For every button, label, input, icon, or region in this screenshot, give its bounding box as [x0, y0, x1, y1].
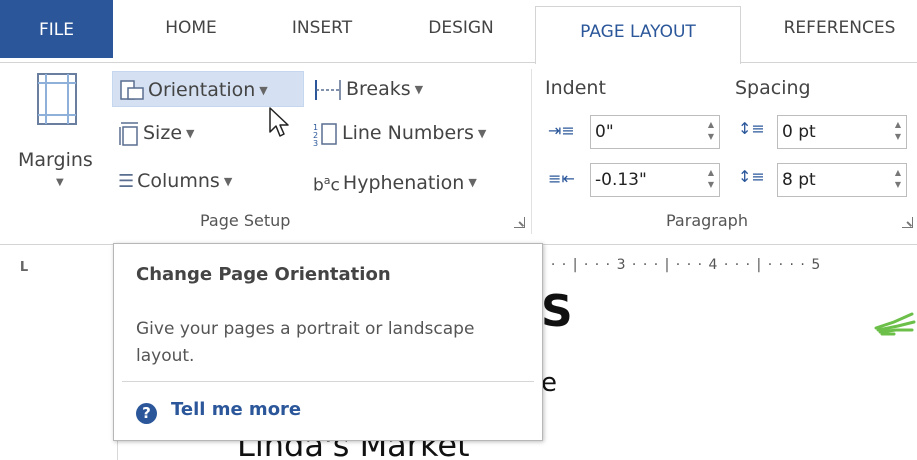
- spacing-label: Spacing: [735, 77, 811, 99]
- chevron-down-icon: ▼: [468, 176, 477, 190]
- tell-me-more-link[interactable]: ? Tell me more: [136, 399, 301, 424]
- tooltip-divider: [122, 381, 534, 382]
- tab-selector[interactable]: L: [14, 258, 34, 278]
- size-button[interactable]: Size ▼: [118, 115, 228, 151]
- document-heading-fragment: S: [541, 286, 573, 337]
- line-numbers-label: Line Numbers: [342, 122, 474, 144]
- orientation-tooltip: Change Page Orientation Give your pages …: [113, 243, 543, 441]
- tab-references[interactable]: REFERENCES: [762, 0, 917, 57]
- chevron-down-icon: ▼: [186, 126, 195, 140]
- size-label: Size: [143, 122, 183, 144]
- spacing-after-value: 8 pt: [782, 170, 816, 190]
- columns-icon: ☰: [118, 170, 135, 192]
- breaks-icon: [315, 79, 341, 100]
- svg-text:3: 3: [313, 139, 318, 147]
- margins-icon: [37, 73, 77, 125]
- orientation-label: Orientation: [148, 79, 256, 101]
- line-numbers-button[interactable]: 1 2 3 Line Numbers ▼: [313, 115, 523, 151]
- paragraph-dialog-launcher-icon[interactable]: [902, 217, 913, 228]
- horizontal-ruler[interactable]: · · · | · · · 3 · · · | · · · 4 · · · | …: [540, 257, 917, 279]
- spacing-after-input[interactable]: 8 pt ▲ ▼: [777, 163, 907, 197]
- tab-page-layout[interactable]: PAGE LAYOUT: [535, 6, 741, 64]
- spin-arrows-icon[interactable]: ▲ ▼: [706, 119, 716, 145]
- ribbon: Margins ▼ Orientation ▼ Size ▼ ☰ Columns ▼ B…: [0, 62, 917, 245]
- indent-right-icon: ≡⇤: [548, 169, 575, 188]
- line-numbers-icon: 1 2 3: [313, 123, 337, 147]
- spin-arrows-icon[interactable]: ▲ ▼: [893, 167, 903, 193]
- indent-left-icon: ⇥≡: [548, 121, 575, 140]
- columns-label: Columns: [137, 170, 220, 192]
- hyphenation-icon: bac: [313, 174, 340, 196]
- size-icon: [119, 121, 138, 146]
- spin-arrows-icon[interactable]: ▲ ▼: [706, 167, 716, 193]
- tooltip-title: Change Page Orientation: [136, 264, 391, 285]
- orientation-button[interactable]: Orientation ▼: [112, 71, 304, 107]
- indent-left-input[interactable]: 0" ▲ ▼: [590, 115, 720, 149]
- breaks-label: Breaks: [346, 78, 411, 100]
- tab-home[interactable]: HOME: [140, 0, 242, 57]
- group-divider: [531, 69, 532, 234]
- help-icon: ?: [136, 403, 157, 424]
- tab-insert[interactable]: INSERT: [270, 0, 374, 57]
- paragraph-group-label: Paragraph: [666, 211, 748, 230]
- document-text-fragment: e: [541, 368, 557, 398]
- spacing-before-input[interactable]: 0 pt ▲ ▼: [777, 115, 907, 149]
- margins-button[interactable]: Margins ▼: [14, 69, 96, 209]
- chevron-down-icon: ▼: [414, 82, 424, 96]
- ribbon-tab-bar: FILE HOME INSERT DESIGN PAGE LAYOUT REFE…: [0, 0, 917, 64]
- page-setup-dialog-launcher-icon[interactable]: [514, 217, 525, 228]
- margins-label: Margins: [18, 149, 93, 171]
- tab-file[interactable]: FILE: [0, 0, 113, 58]
- tell-me-more-label: Tell me more: [171, 399, 302, 420]
- hyphenation-label: Hyphenation: [342, 171, 465, 194]
- page-setup-group-label: Page Setup: [200, 211, 291, 230]
- hand-clipart-icon: [874, 312, 916, 336]
- columns-button[interactable]: ☰ Columns ▼: [118, 163, 278, 199]
- indent-label: Indent: [545, 77, 606, 99]
- indent-right-input[interactable]: -0.13" ▲ ▼: [590, 163, 720, 197]
- tooltip-description: Give your pages a portrait or landscape …: [136, 319, 475, 366]
- hyphenation-button[interactable]: bac Hyphenation ▼: [313, 163, 513, 199]
- indent-right-value: -0.13": [595, 170, 647, 190]
- indent-left-value: 0": [595, 122, 614, 142]
- breaks-button[interactable]: Breaks ▼: [313, 71, 453, 107]
- chevron-down-icon: ▼: [259, 83, 268, 97]
- spin-arrows-icon[interactable]: ▲ ▼: [893, 119, 903, 145]
- chevron-down-icon: ▼: [477, 126, 487, 140]
- mouse-pointer-icon: [269, 107, 289, 137]
- chevron-down-icon: ▼: [223, 174, 233, 188]
- chevron-down-icon: ▼: [56, 177, 64, 188]
- tab-design[interactable]: DESIGN: [406, 0, 516, 57]
- spacing-before-icon: ↕≡: [738, 119, 765, 138]
- spacing-before-value: 0 pt: [782, 122, 816, 142]
- orientation-icon: [120, 79, 144, 100]
- spacing-after-icon: ↕≡: [738, 167, 765, 186]
